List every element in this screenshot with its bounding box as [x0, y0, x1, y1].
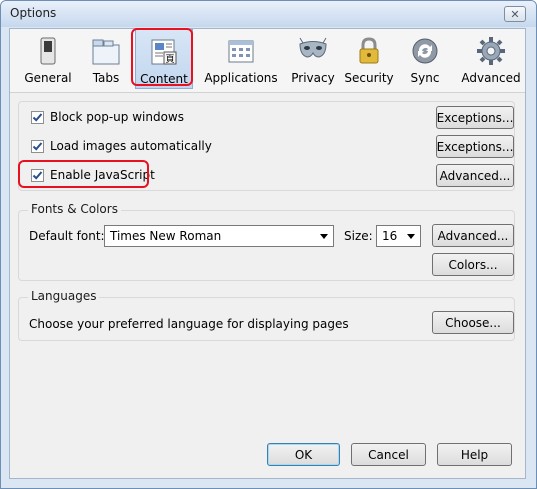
tab-advanced[interactable]: Advanced	[461, 29, 521, 89]
images-exceptions-button[interactable]: Exceptions...	[436, 135, 514, 158]
tab-tabs-label: Tabs	[92, 71, 120, 85]
load-images-option[interactable]: Load images automatically	[31, 139, 212, 153]
tab-sync-label: Sync	[410, 71, 440, 85]
fonts-colors-group: Fonts & Colors Default font: Times New R…	[18, 202, 515, 281]
checkmark-icon	[32, 141, 43, 151]
font-size-value: 16	[382, 229, 398, 243]
close-icon: ✕	[510, 7, 520, 21]
close-button[interactable]: ✕	[504, 6, 526, 22]
category-toolbar: General Tabs 頁 Content Applications Priv…	[10, 29, 525, 93]
tab-general[interactable]: General	[24, 29, 72, 89]
tab-privacy[interactable]: Privacy	[288, 29, 338, 89]
tab-general-label: General	[24, 71, 72, 85]
tab-tabs[interactable]: Tabs	[84, 29, 128, 89]
popup-exceptions-button[interactable]: Exceptions...	[436, 106, 514, 129]
help-button[interactable]: Help	[437, 443, 512, 466]
block-popups-label: Block pop-up windows	[50, 110, 184, 124]
choose-language-button[interactable]: Choose...	[432, 311, 514, 334]
cancel-button[interactable]: Cancel	[351, 443, 426, 466]
dropdown-arrow-icon	[320, 234, 328, 239]
enable-javascript-highlight	[18, 160, 149, 188]
content-tab-highlight	[131, 28, 193, 86]
block-popups-checkbox[interactable]	[31, 110, 44, 124]
mask-icon	[299, 37, 327, 58]
languages-group: Languages Choose your preferred language…	[18, 289, 515, 341]
options-dialog: Options ✕ General Tabs 頁 Content Applica…	[0, 0, 537, 489]
default-font-select[interactable]: Times New Roman	[104, 225, 334, 247]
fonts-advanced-button[interactable]: Advanced...	[432, 224, 514, 247]
tabs-icon	[92, 39, 120, 65]
font-size-select[interactable]: 16	[376, 225, 421, 247]
default-font-value: Times New Roman	[110, 229, 222, 243]
languages-title: Languages	[28, 289, 100, 303]
padlock-icon	[359, 37, 379, 64]
block-popups-option[interactable]: Block pop-up windows	[31, 110, 184, 124]
window-title: Options	[10, 6, 57, 20]
tab-applications-label: Applications	[204, 71, 278, 85]
ok-button[interactable]: OK	[267, 443, 340, 466]
tab-advanced-label: Advanced	[461, 71, 521, 85]
dropdown-arrow-icon	[407, 234, 415, 239]
tab-privacy-label: Privacy	[291, 71, 335, 85]
tab-sync[interactable]: Sync	[407, 29, 443, 89]
default-font-label: Default font:	[29, 229, 105, 243]
language-description: Choose your preferred language for displ…	[29, 317, 349, 331]
tab-security[interactable]: Security	[343, 29, 395, 89]
colors-button[interactable]: Colors...	[432, 253, 514, 276]
checkmark-icon	[32, 112, 43, 122]
title-bar: Options ✕	[1, 1, 536, 27]
tab-applications[interactable]: Applications	[203, 29, 279, 89]
gear-icon	[477, 37, 505, 65]
dialog-client-area: General Tabs 頁 Content Applications Priv…	[9, 28, 526, 479]
fonts-colors-title: Fonts & Colors	[28, 202, 121, 216]
applications-icon	[228, 40, 254, 63]
load-images-label: Load images automatically	[50, 139, 212, 153]
font-size-label: Size:	[344, 229, 373, 243]
tab-security-label: Security	[344, 71, 394, 85]
load-images-checkbox[interactable]	[31, 139, 44, 153]
javascript-advanced-button[interactable]: Advanced...	[436, 164, 514, 187]
switch-icon	[40, 37, 56, 65]
sync-icon	[412, 38, 438, 64]
